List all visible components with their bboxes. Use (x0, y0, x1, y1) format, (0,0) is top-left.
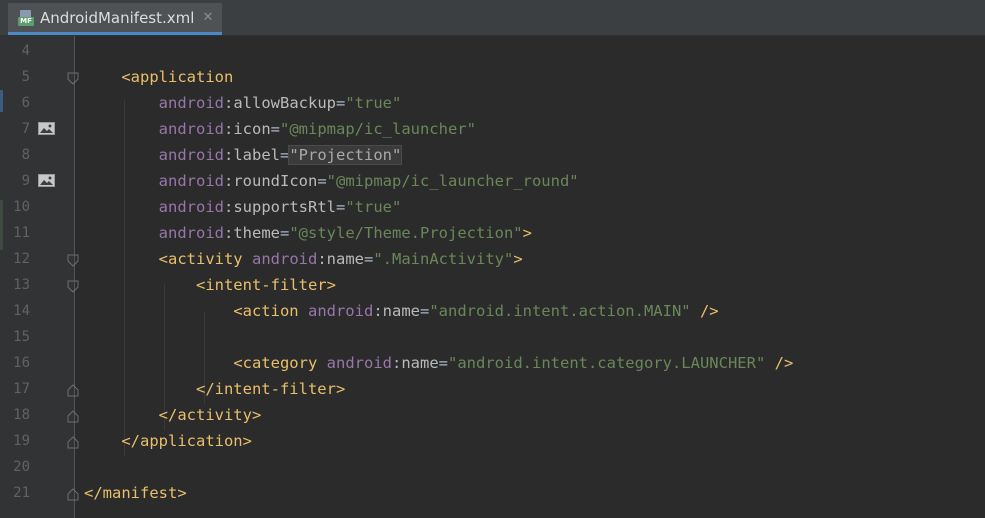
code-line: 15 (0, 324, 985, 350)
line-number: 15 (13, 329, 30, 345)
close-icon[interactable]: ✕ (202, 10, 213, 25)
editor-tab-bar: MF AndroidManifest.xml ✕ (0, 0, 985, 36)
line-number: 8 (21, 147, 30, 163)
code-line: 17 </intent-filter> (0, 376, 985, 402)
manifest-file-icon: MF (18, 9, 34, 26)
line-number: 4 (21, 43, 30, 59)
code-line: 21 </manifest> (0, 480, 985, 506)
image-preview-icon[interactable] (38, 122, 55, 135)
code-line: 8 android:label="Projection" (0, 142, 985, 168)
line-number: 6 (21, 95, 30, 111)
fold-end-icon[interactable] (67, 436, 79, 449)
line-number: 17 (13, 381, 30, 397)
code-line: 14 <action android:name="android.intent.… (0, 298, 985, 324)
code-editor[interactable]: 4 5 <application 6 android:allowBackup="… (0, 36, 985, 518)
line-number: 10 (13, 199, 30, 215)
code-line: 12 <activity android:name=".MainActivity… (0, 246, 985, 272)
code-line: 10 android:supportsRtl="true" (0, 194, 985, 220)
code-line: 11 android:theme="@style/Theme.Projectio… (0, 220, 985, 246)
fold-end-icon[interactable] (67, 384, 79, 397)
tab-title: AndroidManifest.xml (40, 8, 195, 27)
fold-end-icon[interactable] (67, 488, 79, 501)
line-number: 11 (13, 225, 30, 241)
code-line: 16 <category android:name="android.inten… (0, 350, 985, 376)
line-number: 9 (21, 173, 30, 189)
highlighted-value: "Projection" (288, 145, 403, 165)
code-line: 9 android:roundIcon="@mipmap/ic_launcher… (0, 168, 985, 194)
line-number: 7 (21, 121, 30, 137)
fold-icon[interactable] (67, 280, 79, 293)
line-number: 12 (13, 251, 30, 267)
line-number: 14 (13, 303, 30, 319)
line-number: 21 (13, 485, 30, 501)
code-line: 7 android:icon="@mipmap/ic_launcher" (0, 116, 985, 142)
fold-end-icon[interactable] (67, 410, 79, 423)
code-line: 20 (0, 454, 985, 480)
fold-icon[interactable] (67, 72, 79, 85)
code-line: 6 android:allowBackup="true" (0, 90, 985, 116)
line-number: 18 (13, 407, 30, 423)
tab-android-manifest[interactable]: MF AndroidManifest.xml ✕ (8, 3, 222, 35)
code-line: 5 <application (0, 64, 985, 90)
code-line: 4 (0, 38, 985, 64)
code-line: 18 </activity> (0, 402, 985, 428)
fold-icon[interactable] (67, 254, 79, 267)
line-number: 19 (13, 433, 30, 449)
line-number: 20 (13, 459, 30, 475)
image-preview-icon[interactable] (38, 174, 55, 187)
line-number: 5 (21, 69, 30, 85)
code-line: 13 <intent-filter> (0, 272, 985, 298)
line-number: 13 (13, 277, 30, 293)
line-number: 16 (13, 355, 30, 371)
code-line: 19 </application> (0, 428, 985, 454)
